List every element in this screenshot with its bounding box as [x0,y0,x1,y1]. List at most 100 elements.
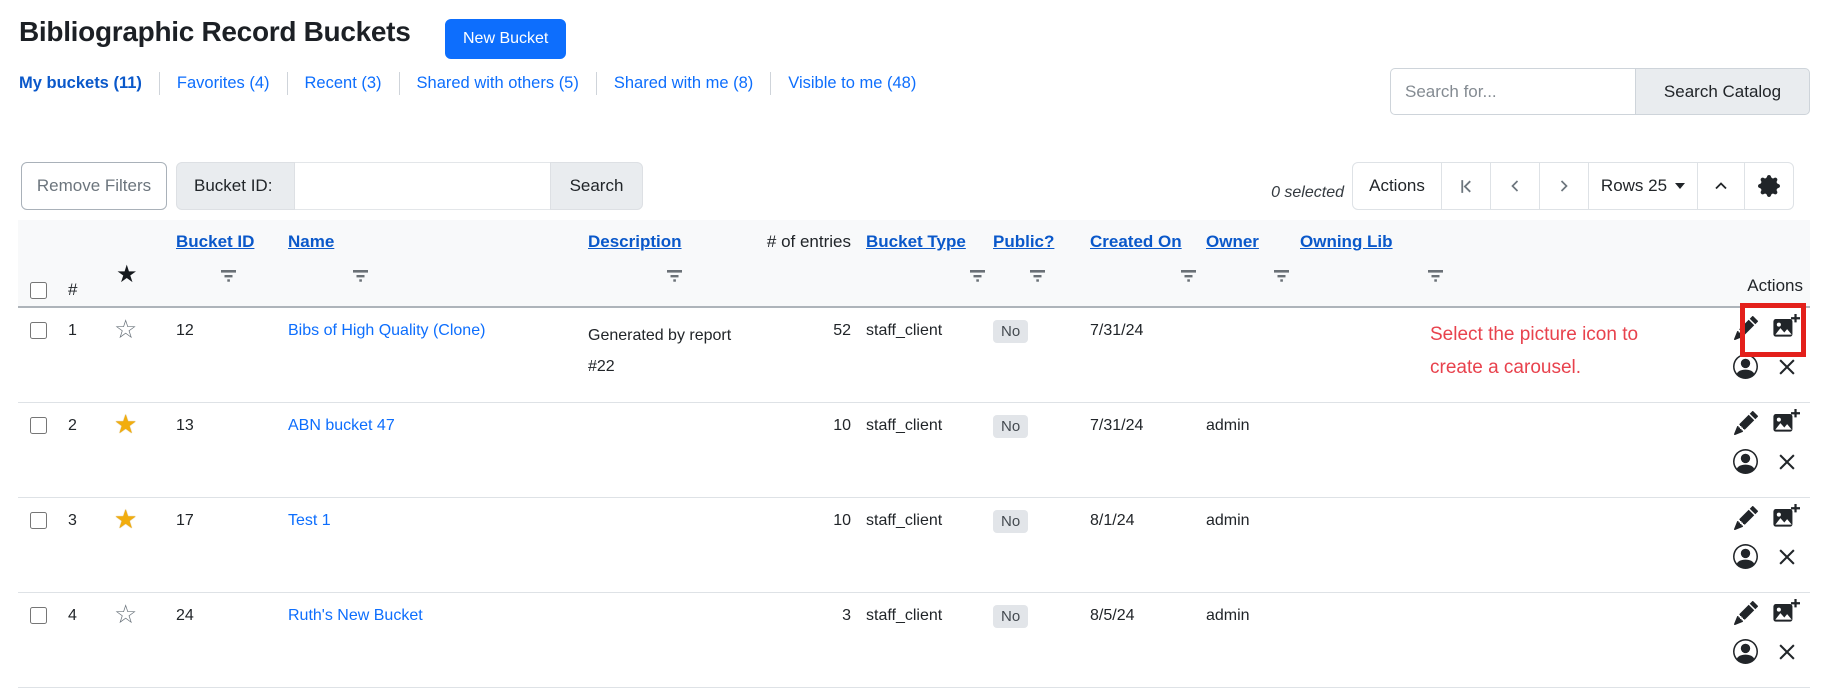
edit-pencil-icon[interactable] [1734,601,1758,625]
filter-icon[interactable] [1180,268,1197,283]
entries-cell: 3 [842,607,851,624]
col-header-entries: # of entries [766,232,851,251]
col-header-bucket-type[interactable]: Bucket Type [866,232,966,252]
filter-icon[interactable] [969,268,986,283]
person-circle-icon[interactable] [1733,354,1758,379]
bucket-id-cell: 17 [176,512,194,529]
filter-icon[interactable] [352,268,369,283]
filter-icon[interactable] [1273,268,1290,283]
bucket-id-filter-group: Bucket ID: Search [176,162,643,210]
remove-filters-button[interactable]: Remove Filters [21,162,167,210]
bucket-name-link[interactable]: Ruth's New Bucket [288,607,423,624]
col-header-bucket-id[interactable]: Bucket ID [176,232,254,252]
row-number: 2 [68,417,77,434]
row-select-checkbox[interactable] [30,512,47,529]
edit-pencil-icon[interactable] [1734,411,1758,435]
rows-per-page-label: Rows 25 [1600,176,1668,195]
owning-lib-cell [1292,308,1420,402]
col-header-public[interactable]: Public? [993,232,1054,252]
bucket-name-link[interactable]: ABN bucket 47 [288,417,395,434]
gear-icon [1758,175,1780,197]
actions-menu-button[interactable]: Actions [1352,162,1442,210]
delete-x-icon[interactable] [1776,356,1798,378]
bucket-name-link[interactable]: Test 1 [288,512,331,529]
description-cell [580,403,760,497]
col-header-name[interactable]: Name [288,232,334,252]
favorite-star-toggle[interactable]: ★ [100,498,168,592]
tab-visible-to-me[interactable]: Visible to me (48) [770,72,933,95]
owning-lib-cell [1292,498,1420,592]
actions-cell [1420,403,1810,497]
row-number: 1 [68,322,77,339]
created-on-cell: 8/5/24 [1090,607,1135,624]
actions-cell [1420,498,1810,592]
col-header-description[interactable]: Description [588,232,682,252]
bucket-type-cell: staff_client [866,417,943,434]
person-circle-icon[interactable] [1733,449,1758,474]
prev-page-button[interactable] [1490,162,1540,210]
favorite-star-toggle[interactable]: ☆ [100,308,168,402]
row-select-checkbox[interactable] [30,417,47,434]
actions-cell [1420,593,1810,687]
edit-pencil-icon[interactable] [1734,506,1758,530]
new-bucket-button[interactable]: New Bucket [445,19,567,59]
favorite-star-toggle[interactable]: ★ [100,403,168,497]
search-catalog-button[interactable]: Search Catalog [1635,68,1810,115]
col-header-owner[interactable]: Owner [1206,232,1259,252]
filter-icon[interactable] [1029,268,1046,283]
row-number: 3 [68,512,77,529]
bucket-id-label: Bucket ID: [176,162,295,210]
table-row: 1 ☆ 12 Bibs of High Quality (Clone) Gene… [18,303,1810,403]
owner-cell: admin [1206,607,1250,624]
col-header-owning-lib[interactable]: Owning Lib [1300,232,1393,252]
favorite-star-toggle[interactable]: ☆ [100,593,168,687]
bucket-id-cell: 24 [176,607,194,624]
tab-my-buckets[interactable]: My buckets (11) [19,72,159,95]
row-select-checkbox[interactable] [30,607,47,624]
table-row: 3 ★ 17 Test 1 10 staff_client No 8/1/24 … [18,498,1810,593]
tab-shared-with-others[interactable]: Shared with others (5) [398,72,596,95]
description-cell [580,498,760,592]
filter-icon[interactable] [220,268,237,283]
rows-per-page-select[interactable]: Rows 25 [1588,162,1698,210]
person-circle-icon[interactable] [1733,544,1758,569]
first-page-button[interactable] [1441,162,1491,210]
page-title: Bibliographic Record Buckets [19,16,411,47]
owner-cell: admin [1206,417,1250,434]
grid-header-row: # ★ Bucket ID Name Description # of entr… [18,220,1810,308]
delete-x-icon[interactable] [1776,546,1798,568]
select-all-checkbox[interactable] [30,282,47,299]
owner-cell [1198,308,1292,402]
chevron-up-icon [1715,182,1727,190]
filter-icon[interactable] [666,268,683,283]
entries-cell: 10 [833,417,851,434]
table-row: 4 ☆ 24 Ruth's New Bucket 3 staff_client … [18,593,1810,688]
tab-favorites[interactable]: Favorites (4) [158,72,287,95]
public-badge: No [993,415,1029,438]
image-plus-carousel-icon[interactable] [1772,504,1800,532]
collapse-toolbar-button[interactable] [1697,162,1745,210]
col-header-created-on[interactable]: Created On [1090,232,1182,252]
row-select-checkbox[interactable] [30,322,47,339]
image-plus-carousel-icon[interactable] [1772,409,1800,437]
person-circle-icon[interactable] [1733,639,1758,664]
catalog-search-input[interactable] [1390,68,1635,115]
entries-cell: 52 [833,322,851,339]
delete-x-icon[interactable] [1776,641,1798,663]
chevron-right-icon [1560,180,1568,192]
grid-settings-button[interactable] [1744,162,1794,210]
buckets-grid: # ★ Bucket ID Name Description # of entr… [18,220,1810,688]
next-page-button[interactable] [1539,162,1589,210]
bucket-name-link[interactable]: Bibs of High Quality (Clone) [288,322,485,339]
annotation-highlight-box [1740,303,1806,357]
tab-recent[interactable]: Recent (3) [286,72,399,95]
table-row: 2 ★ 13 ABN bucket 47 10 staff_client No … [18,403,1810,498]
bucket-id-input[interactable] [295,162,550,210]
image-plus-carousel-icon[interactable] [1772,599,1800,627]
created-on-cell: 8/1/24 [1090,512,1135,529]
delete-x-icon[interactable] [1776,451,1798,473]
bucket-id-search-button[interactable]: Search [550,162,643,210]
tab-shared-with-me[interactable]: Shared with me (8) [595,72,770,95]
col-header-actions: Actions [1747,276,1803,295]
bucket-type-cell: staff_client [866,322,943,339]
